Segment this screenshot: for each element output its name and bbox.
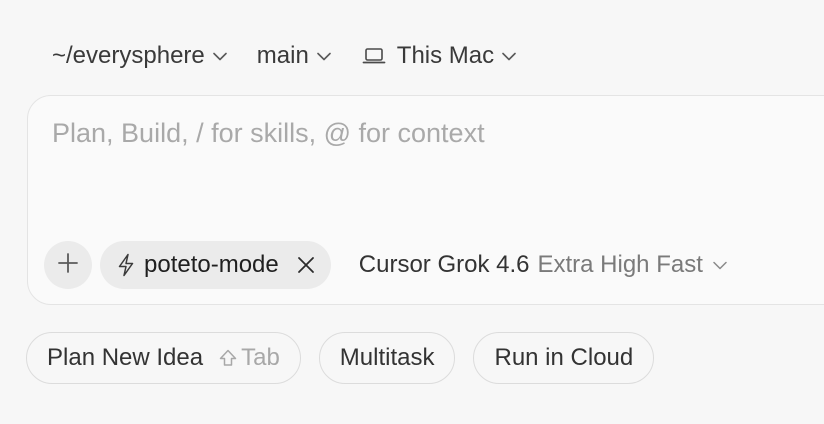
shortcut-key: Tab <box>241 344 280 371</box>
plan-new-idea-label: Plan New Idea <box>47 344 204 371</box>
plus-icon <box>57 252 79 279</box>
add-context-button[interactable] <box>44 241 92 289</box>
run-in-cloud-button[interactable]: Run in Cloud <box>473 332 655 384</box>
directory-label: ~/everysphere <box>52 42 205 69</box>
shift-icon <box>217 347 239 369</box>
branch-label: main <box>256 42 309 69</box>
model-name: Cursor Grok 4.6 <box>358 251 530 278</box>
chevron-down-icon <box>212 49 227 63</box>
machine-selector[interactable]: This Mac <box>343 36 528 76</box>
chevron-down-icon <box>713 258 727 272</box>
keyboard-shortcut: Tab <box>217 344 280 372</box>
mode-chip[interactable]: poteto-mode <box>100 241 331 289</box>
model-variant: Extra High Fast <box>537 251 703 278</box>
model-selector[interactable]: Cursor Grok 4.6 Extra High Fast <box>359 241 727 289</box>
composer: poteto-mode Cursor Grok 4.6 Extra High F… <box>27 95 824 305</box>
branch-selector[interactable]: main <box>239 36 343 76</box>
mode-chip-label: poteto-mode <box>144 251 279 278</box>
laptop-icon <box>361 45 387 67</box>
chevron-down-icon <box>316 49 331 63</box>
run-in-cloud-label: Run in Cloud <box>494 344 634 371</box>
bolt-icon <box>116 253 136 277</box>
action-pills: Plan New Idea Tab Multitask Run in Cloud <box>26 332 655 384</box>
chevron-down-icon <box>502 49 516 63</box>
prompt-input[interactable] <box>52 118 812 149</box>
close-icon[interactable] <box>295 254 317 276</box>
plan-new-idea-button[interactable]: Plan New Idea Tab <box>26 332 301 384</box>
multitask-button[interactable]: Multitask <box>318 332 456 384</box>
machine-label: This Mac <box>396 42 495 69</box>
context-bar: ~/everysphere main This Mac <box>40 36 528 76</box>
directory-selector[interactable]: ~/everysphere <box>40 36 239 76</box>
multitask-label: Multitask <box>339 344 435 371</box>
composer-toolbar: poteto-mode Cursor Grok 4.6 Extra High F… <box>44 241 727 289</box>
